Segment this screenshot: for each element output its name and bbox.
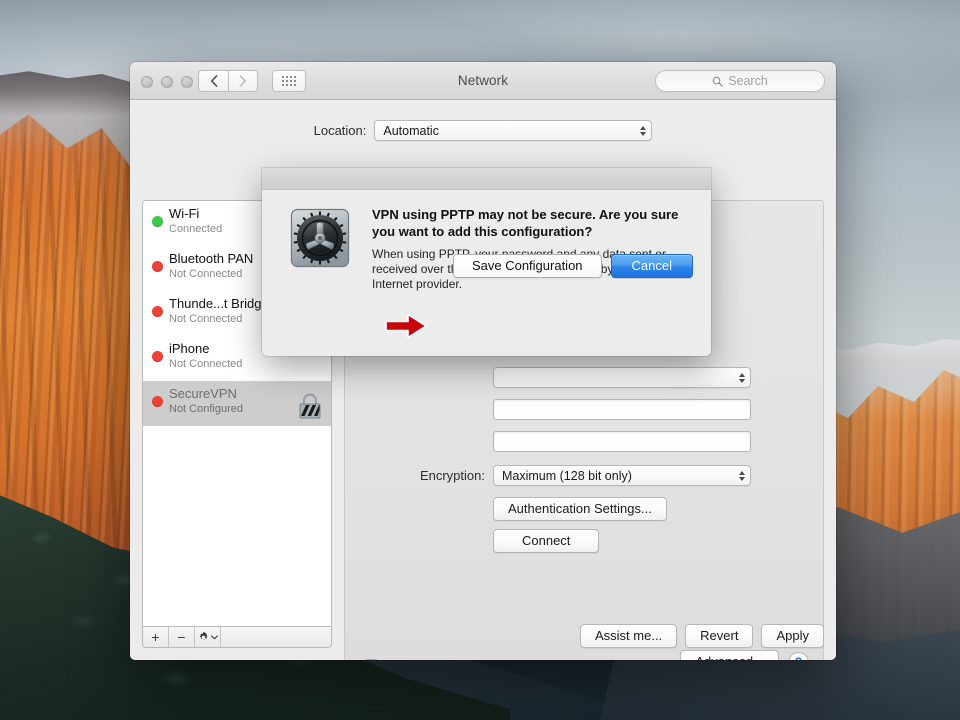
network-preferences-window: Network Search Location: Automatic Wi-Fi… bbox=[130, 62, 836, 660]
obscured-popup-row bbox=[345, 367, 751, 388]
status-dot-disconnected bbox=[152, 396, 163, 407]
status-dot-disconnected bbox=[152, 261, 163, 272]
status-dot-disconnected bbox=[152, 306, 163, 317]
encryption-label: Encryption: bbox=[419, 468, 485, 483]
assist-me-button[interactable]: Assist me... bbox=[579, 624, 678, 648]
traffic-lights bbox=[141, 76, 193, 88]
chevron-left-icon bbox=[210, 75, 217, 87]
search-input[interactable]: Search bbox=[655, 70, 825, 92]
location-value: Automatic bbox=[383, 123, 439, 138]
encryption-row: Encryption: Maximum (128 bit only) bbox=[345, 465, 751, 486]
show-all-grid-icon bbox=[282, 76, 296, 86]
gear-icon bbox=[199, 631, 208, 640]
window-titlebar: Network Search bbox=[130, 62, 836, 100]
zoom-button[interactable] bbox=[181, 76, 193, 88]
forward-button[interactable] bbox=[228, 70, 258, 92]
vpn-lock-icon bbox=[297, 391, 323, 426]
location-row: Location: Automatic bbox=[130, 120, 836, 141]
advanced-button[interactable]: Advanced... bbox=[680, 650, 779, 660]
sheet-body: VPN using PPTP may not be secure. Are yo… bbox=[262, 190, 711, 292]
search-placeholder: Search bbox=[728, 74, 768, 88]
cancel-button[interactable]: Cancel bbox=[610, 254, 693, 278]
apply-button[interactable]: Apply bbox=[761, 624, 824, 648]
service-status: Not Connected bbox=[169, 358, 243, 370]
updown-chevron-icon bbox=[640, 125, 647, 136]
updown-chevron-icon bbox=[739, 372, 745, 383]
status-dot-connected bbox=[152, 216, 163, 227]
save-configuration-button[interactable]: Save Configuration bbox=[452, 254, 602, 278]
window-action-buttons: Assist me... Revert Apply bbox=[579, 624, 824, 648]
updown-chevron-icon bbox=[739, 470, 745, 481]
sheet-headline: VPN using PPTP may not be secure. Are yo… bbox=[372, 207, 679, 239]
revert-button[interactable]: Revert bbox=[685, 624, 754, 648]
status-dot-disconnected bbox=[152, 351, 163, 362]
sheet-buttons: Save Configuration Cancel bbox=[452, 254, 693, 278]
connect-row: Connect bbox=[493, 529, 600, 553]
encryption-value: Maximum (128 bit only) bbox=[502, 468, 632, 483]
red-arrow-pointing-right-annotation bbox=[384, 313, 428, 344]
services-action-menu-button[interactable] bbox=[195, 627, 221, 647]
show-all-button[interactable] bbox=[272, 70, 306, 92]
pptp-warning-sheet: VPN using PPTP may not be secure. Are yo… bbox=[262, 168, 711, 356]
remove-service-button[interactable]: − bbox=[169, 627, 195, 647]
chevron-right-icon bbox=[239, 75, 246, 87]
service-row-securevpn[interactable]: SecureVPN Not Configured bbox=[143, 381, 331, 426]
show-vpn-status-checkbox[interactable] bbox=[365, 659, 378, 660]
authentication-settings-button[interactable]: Authentication Settings... bbox=[493, 497, 667, 521]
back-button[interactable] bbox=[198, 70, 228, 92]
help-button[interactable]: ? bbox=[788, 651, 809, 660]
obscured-text-row-1 bbox=[345, 399, 751, 420]
minimize-button[interactable] bbox=[161, 76, 173, 88]
show-vpn-status-row[interactable]: Show VPN status in menu bar bbox=[365, 658, 557, 660]
services-list-toolbar: + − bbox=[142, 626, 332, 648]
auth-settings-row: Authentication Settings... bbox=[493, 497, 667, 521]
sheet-titlebar bbox=[262, 168, 711, 190]
location-label: Location: bbox=[313, 123, 367, 138]
obscured-text-row-2 bbox=[345, 431, 751, 452]
connect-button[interactable]: Connect bbox=[493, 529, 600, 553]
obscured-text-field[interactable] bbox=[493, 399, 751, 420]
location-popup-button[interactable]: Automatic bbox=[374, 120, 653, 141]
search-icon bbox=[712, 76, 723, 87]
network-prefpane-gear-icon bbox=[290, 208, 350, 273]
chevron-down-icon bbox=[211, 634, 218, 639]
obscured-popup-button[interactable] bbox=[493, 367, 751, 388]
navigation-buttons bbox=[198, 70, 258, 92]
detail-footer-buttons: Advanced... ? bbox=[680, 650, 809, 660]
encryption-popup-button[interactable]: Maximum (128 bit only) bbox=[493, 465, 751, 486]
sheet-text-block: VPN using PPTP may not be secure. Are yo… bbox=[372, 206, 693, 292]
show-vpn-status-label: Show VPN status in menu bar bbox=[384, 658, 557, 660]
close-button[interactable] bbox=[141, 76, 153, 88]
obscured-text-field[interactable] bbox=[493, 431, 751, 452]
add-service-button[interactable]: + bbox=[143, 627, 169, 647]
